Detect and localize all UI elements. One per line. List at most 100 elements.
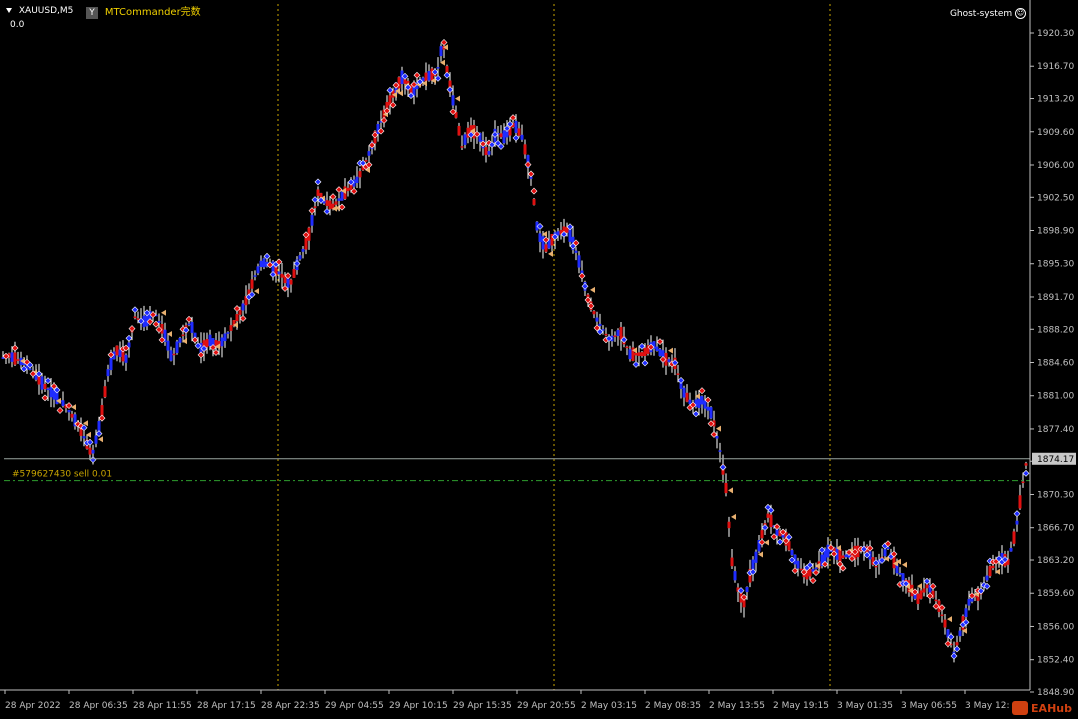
arrow-marker — [947, 616, 952, 623]
candle-body — [46, 388, 50, 391]
y-tick-label: 1902.50 — [1037, 193, 1074, 203]
order-label[interactable]: #579627430 sell 0.01 — [12, 470, 112, 480]
candle-body — [91, 449, 95, 454]
arrow-marker — [455, 95, 460, 102]
candle-body — [544, 244, 548, 252]
eahub-logo-icon — [1012, 701, 1029, 715]
trade-marker — [131, 306, 139, 314]
candle-body — [28, 368, 32, 371]
symbol-header[interactable]: XAUUSD,M5 — [6, 6, 73, 16]
candle-body — [292, 269, 296, 278]
candle-body — [124, 354, 128, 363]
trade-marker — [773, 523, 781, 531]
candle-body — [178, 337, 182, 343]
candle-body — [919, 590, 923, 599]
candle-body — [883, 549, 887, 557]
candle-body — [88, 447, 92, 455]
candle-body — [814, 567, 818, 570]
arrow-marker — [254, 288, 259, 295]
candle-body — [346, 187, 350, 192]
candle-body — [250, 279, 254, 289]
trade-marker — [530, 187, 538, 195]
x-tick-label: 29 Apr 10:15 — [389, 701, 448, 711]
candle-body — [790, 550, 794, 556]
x-tick-label: 3 May 06:55 — [901, 701, 957, 711]
candle-body — [505, 131, 509, 138]
x-tick-label: 3 May 01:35 — [837, 701, 893, 711]
trade-marker — [308, 207, 316, 215]
candle-body — [238, 309, 242, 315]
candle-body — [256, 266, 260, 274]
trade-marker — [98, 414, 106, 422]
candle-body — [655, 346, 659, 351]
candle-body — [640, 352, 644, 357]
candle-body — [754, 551, 758, 563]
candle-body — [502, 130, 506, 144]
y-axis: 1920.30 1916.70 1913.20 1909.60 1906.00 1902.… — [1030, 29, 1074, 698]
candle-body — [541, 236, 545, 250]
trade-marker — [44, 377, 52, 385]
candle-body — [499, 133, 503, 138]
trade-marker — [719, 463, 727, 471]
candle-body — [898, 573, 902, 575]
price-chart[interactable]: 1920.30 1916.70 1913.20 1909.60 1906.00 1902.… — [0, 0, 1078, 719]
dropdown-triangle-icon[interactable] — [6, 8, 12, 13]
y-tick-label: 1866.70 — [1037, 524, 1074, 534]
trade-marker — [446, 86, 454, 94]
trade-marker — [578, 272, 586, 280]
candle-body — [439, 46, 443, 57]
candle-body — [925, 584, 929, 589]
arrow-marker — [716, 425, 721, 432]
candle-body — [100, 405, 104, 417]
candle-body — [985, 575, 989, 581]
candle-body — [1009, 547, 1013, 552]
candle-body — [922, 588, 926, 593]
trade-marker — [56, 406, 64, 414]
candle-body — [844, 554, 848, 558]
candle-body — [838, 549, 842, 563]
candle-body — [916, 593, 920, 604]
trade-marker — [185, 315, 193, 323]
candle-body — [205, 339, 209, 348]
candle-body — [190, 321, 194, 333]
y-tick-label: 1888.20 — [1037, 325, 1074, 335]
arrow-marker — [548, 250, 553, 257]
trade-marker — [89, 456, 97, 464]
candle-body — [451, 95, 455, 106]
candle-body — [613, 335, 617, 337]
trade-marker — [491, 131, 499, 138]
candle-body — [709, 407, 713, 419]
trade-marker — [329, 193, 337, 201]
eahub-text: EAHub — [1031, 701, 1072, 715]
candle-body — [760, 530, 764, 539]
plugin-label[interactable]: Y MTCommander完数 — [86, 3, 201, 19]
y-tick-label: 1909.60 — [1037, 128, 1074, 138]
candle-body — [841, 555, 845, 559]
trade-marker — [212, 349, 220, 356]
candle-body — [637, 352, 641, 357]
trade-marker — [191, 336, 199, 344]
candle-body — [934, 599, 938, 602]
trade-marker — [197, 351, 205, 359]
system-label-text: Ghost-system — [949, 9, 1013, 19]
candle-body — [328, 200, 332, 209]
candle-body — [787, 541, 791, 551]
candle-body — [538, 233, 542, 242]
plugin-icon[interactable]: Y — [86, 7, 98, 19]
candle-body — [463, 134, 467, 145]
candle-body — [517, 128, 521, 136]
candle-body — [1021, 481, 1025, 484]
trade-marker — [581, 282, 589, 290]
candle-body — [727, 521, 731, 529]
candle-body — [166, 340, 170, 351]
candle-body — [40, 376, 44, 390]
y-tick-label: 1870.30 — [1037, 490, 1074, 500]
trade-marker — [323, 208, 331, 215]
candle-body — [16, 359, 20, 361]
candle-body — [304, 237, 308, 250]
candle-body — [595, 317, 599, 322]
trade-marker — [677, 377, 685, 384]
y-tick-label: 1863.20 — [1037, 556, 1074, 566]
trade-marker — [527, 170, 535, 178]
candle-body — [259, 260, 263, 267]
